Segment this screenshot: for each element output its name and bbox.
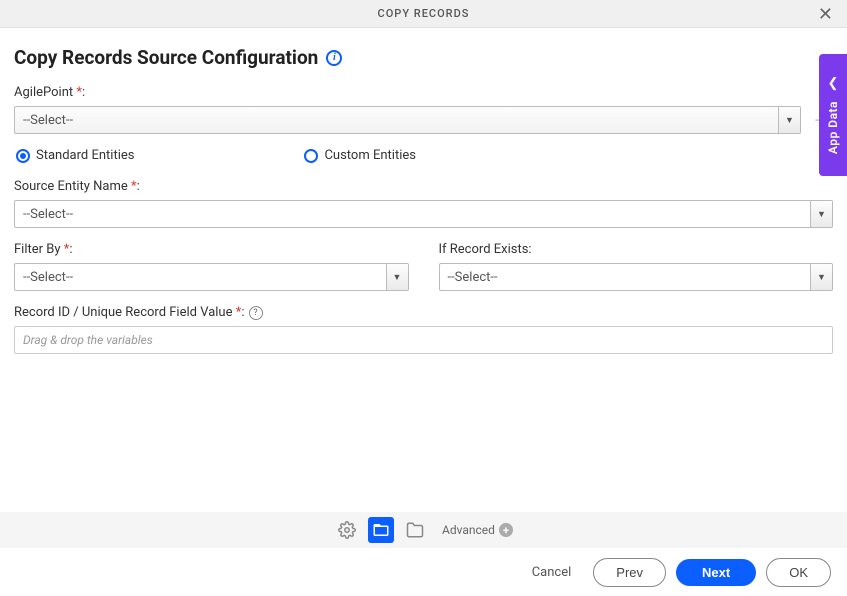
side-tab-label: App Data	[826, 101, 840, 154]
filter-by-label: Filter By *:	[14, 242, 409, 257]
close-icon[interactable]: ✕	[814, 4, 837, 25]
source-entity-select[interactable]: --Select-- ▼	[14, 200, 833, 228]
filter-by-select[interactable]: --Select-- ▼	[14, 263, 409, 291]
source-entity-label: Source Entity Name *:	[14, 179, 833, 194]
radio-icon	[16, 149, 30, 163]
chevron-down-icon: ▼	[386, 264, 408, 290]
entity-type-radio-group: Standard Entities Custom Entities	[14, 148, 833, 163]
form-area: AgilePoint *: --Select-- ▼ ＋ Standard En…	[0, 77, 847, 354]
advanced-toggle[interactable]: Advanced +	[442, 523, 513, 537]
agilepoint-select[interactable]: --Select-- ▼	[14, 106, 801, 134]
chevron-down-icon: ▼	[810, 264, 832, 290]
if-record-exists-value: --Select--	[440, 270, 811, 285]
plus-circle-icon: +	[499, 523, 513, 537]
custom-entities-label: Custom Entities	[324, 148, 416, 163]
folder-open-icon[interactable]	[368, 517, 394, 543]
standard-entities-label: Standard Entities	[36, 148, 134, 163]
chevron-left-icon: ❮	[828, 76, 839, 91]
custom-entities-radio[interactable]: Custom Entities	[304, 148, 416, 163]
next-button[interactable]: Next	[676, 559, 756, 586]
ok-button[interactable]: OK	[766, 558, 831, 587]
bottom-toolbar: Advanced +	[0, 512, 847, 548]
standard-entities-radio[interactable]: Standard Entities	[16, 148, 134, 163]
agilepoint-label: AgilePoint *:	[14, 85, 833, 100]
folder-icon[interactable]	[402, 517, 428, 543]
app-data-side-tab[interactable]: ❮ App Data	[819, 54, 847, 176]
gear-icon[interactable]	[334, 517, 360, 543]
dialog-title: COPY RECORDS	[378, 7, 470, 20]
record-id-label: Record ID / Unique Record Field Value *:	[14, 305, 245, 320]
dialog-header: COPY RECORDS ✕	[0, 0, 847, 28]
if-record-exists-select[interactable]: --Select-- ▼	[439, 263, 834, 291]
dialog-footer: Cancel Prev Next OK	[0, 548, 847, 596]
page-title: Copy Records Source Configuration	[14, 46, 318, 69]
info-icon[interactable]: i	[326, 50, 342, 66]
record-id-input[interactable]: Drag & drop the variables	[14, 326, 833, 354]
source-entity-value: --Select--	[15, 207, 810, 222]
agilepoint-value: --Select--	[15, 113, 778, 128]
cancel-button[interactable]: Cancel	[520, 559, 584, 586]
chevron-down-icon: ▼	[778, 107, 800, 133]
page-title-row: Copy Records Source Configuration i	[0, 28, 847, 77]
advanced-label-text: Advanced	[442, 523, 495, 537]
prev-button[interactable]: Prev	[593, 558, 666, 587]
filter-by-value: --Select--	[15, 270, 386, 285]
if-record-exists-label: If Record Exists:	[439, 242, 834, 257]
radio-icon	[304, 149, 318, 163]
help-icon[interactable]: ?	[249, 306, 263, 320]
chevron-down-icon: ▼	[810, 201, 832, 227]
